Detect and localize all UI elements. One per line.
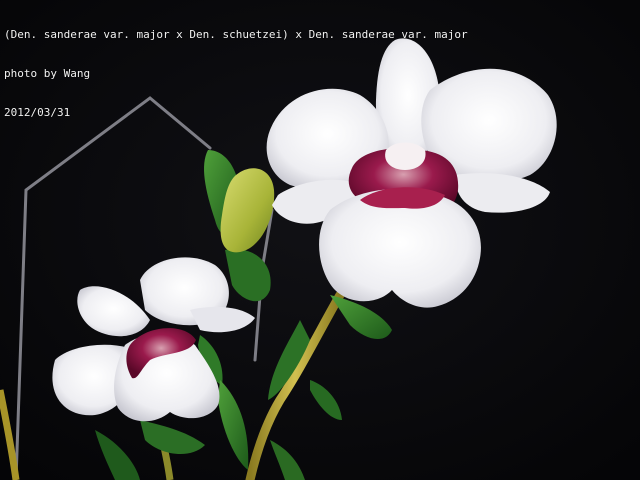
caption-credit: photo by Wang bbox=[4, 67, 91, 80]
photo-caption: (Den. sanderae var. major x Den. schuetz… bbox=[4, 2, 468, 132]
caption-date: 2012/03/31 bbox=[4, 106, 71, 119]
caption-title: (Den. sanderae var. major x Den. schuetz… bbox=[4, 28, 468, 41]
